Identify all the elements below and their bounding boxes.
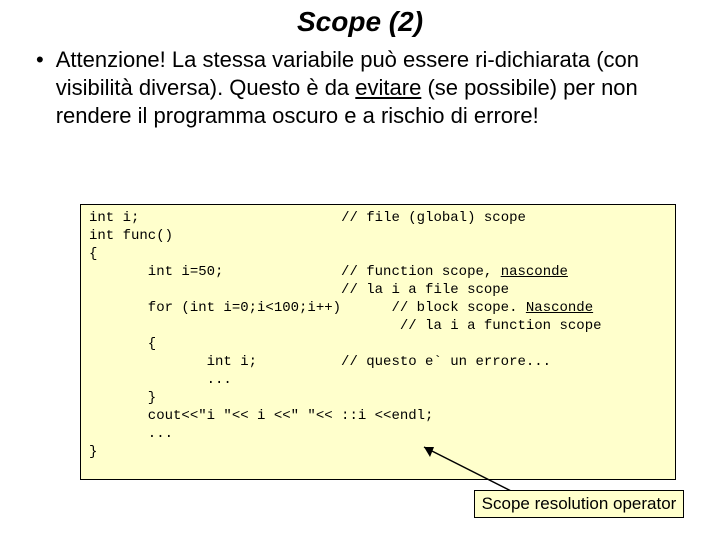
- bullet-marker: •: [36, 46, 44, 74]
- code-l1a: int i;: [89, 210, 139, 226]
- code-l2a: int func(): [89, 228, 173, 244]
- code-l6a: for (int i=0;i<100;i++): [89, 300, 341, 316]
- code-l10a: ...: [89, 372, 232, 388]
- callout-label: Scope resolution operator: [474, 490, 684, 518]
- code-l13a: ...: [89, 426, 173, 442]
- code-l12a: cout<<"i "<< i <<" "<< ::i <<endl;: [89, 408, 433, 424]
- code-l6c: // block scope.: [391, 300, 525, 316]
- code-l5c: // la i a file scope: [341, 282, 509, 298]
- code-l6u: Nasconde: [526, 300, 593, 316]
- code-l3a: {: [89, 246, 97, 262]
- code-l7c: // la i a function scope: [400, 318, 602, 334]
- code-l4a: int i=50;: [89, 264, 223, 280]
- code-l9a: int i;: [89, 354, 257, 370]
- code-l14a: }: [89, 444, 97, 460]
- bullet-item: • Attenzione! La stessa variabile può es…: [0, 46, 720, 130]
- code-l4c: // function scope,: [341, 264, 501, 280]
- code-block: int i; // file (global) scope int func()…: [80, 204, 676, 480]
- bullet-text: Attenzione! La stessa variabile può esse…: [56, 46, 672, 130]
- bullet-underlined: evitare: [355, 75, 421, 100]
- code-l8a: {: [89, 336, 156, 352]
- code-l4u: nasconde: [501, 264, 568, 280]
- code-l11a: }: [89, 390, 156, 406]
- slide-title: Scope (2): [0, 6, 720, 38]
- code-l9c: // questo e` un errore...: [341, 354, 551, 370]
- code-l1c: // file (global) scope: [341, 210, 526, 226]
